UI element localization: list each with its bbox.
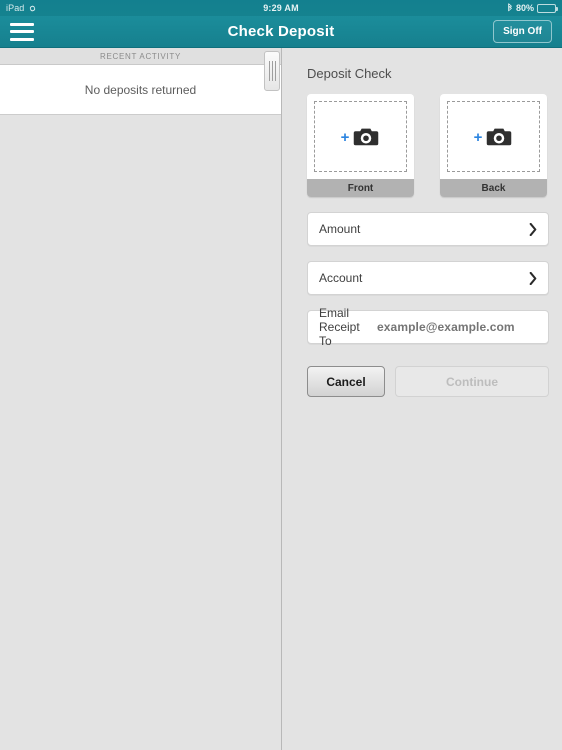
plus-icon: +	[473, 128, 483, 146]
deposit-check-panel: Deposit Check + Front + Back Amount Acco…	[264, 48, 562, 750]
status-bar-time: 9:29 AM	[263, 3, 299, 13]
split-view-drag-handle[interactable]	[264, 51, 280, 91]
recent-activity-panel: RECENT ACTIVITY No deposits returned	[0, 48, 282, 750]
capture-back-dashed-area: +	[447, 101, 540, 172]
capture-front-dashed-area: +	[314, 101, 407, 172]
cancel-button[interactable]: Cancel	[307, 366, 385, 397]
battery-percent-label: 80%	[515, 3, 534, 13]
email-receipt-input[interactable]	[377, 320, 537, 334]
capture-back-button[interactable]: + Back	[440, 94, 547, 197]
action-buttons: Cancel Continue	[307, 366, 549, 397]
capture-front-label: Front	[307, 179, 414, 197]
navigation-bar: Check Deposit Sign Off	[0, 16, 562, 48]
amount-label: Amount	[319, 222, 361, 236]
recent-activity-header: RECENT ACTIVITY	[0, 48, 281, 65]
account-row[interactable]: Account	[307, 261, 549, 295]
chevron-right-icon	[529, 271, 537, 285]
page-title: Check Deposit	[227, 23, 335, 40]
hamburger-menu-icon[interactable]	[10, 22, 34, 41]
capture-back-label: Back	[440, 179, 547, 197]
status-bar: iPad 9:29 AM 80%	[0, 0, 562, 16]
camera-icon	[487, 128, 512, 146]
empty-state-message: No deposits returned	[84, 82, 197, 97]
continue-button: Continue	[395, 366, 549, 397]
status-bar-right: 80%	[507, 3, 558, 13]
battery-icon	[537, 3, 558, 13]
capture-front-body: +	[307, 94, 414, 179]
amount-row[interactable]: Amount	[307, 212, 549, 246]
sign-off-button[interactable]: Sign Off	[493, 20, 552, 43]
camera-icon	[354, 128, 379, 146]
recent-activity-card: No deposits returned	[0, 65, 281, 115]
plus-icon: +	[340, 128, 350, 146]
chevron-right-icon	[529, 222, 537, 236]
check-capture-row: + Front + Back	[307, 94, 549, 197]
capture-back-body: +	[440, 94, 547, 179]
capture-front-button[interactable]: + Front	[307, 94, 414, 197]
split-view: RECENT ACTIVITY No deposits returned Dep…	[0, 48, 562, 750]
deposit-check-title: Deposit Check	[307, 66, 392, 81]
email-receipt-row[interactable]: Email Receipt To	[307, 306, 549, 348]
account-label: Account	[319, 271, 363, 285]
bluetooth-icon	[508, 3, 512, 12]
email-receipt-label: Email Receipt To	[319, 306, 360, 348]
